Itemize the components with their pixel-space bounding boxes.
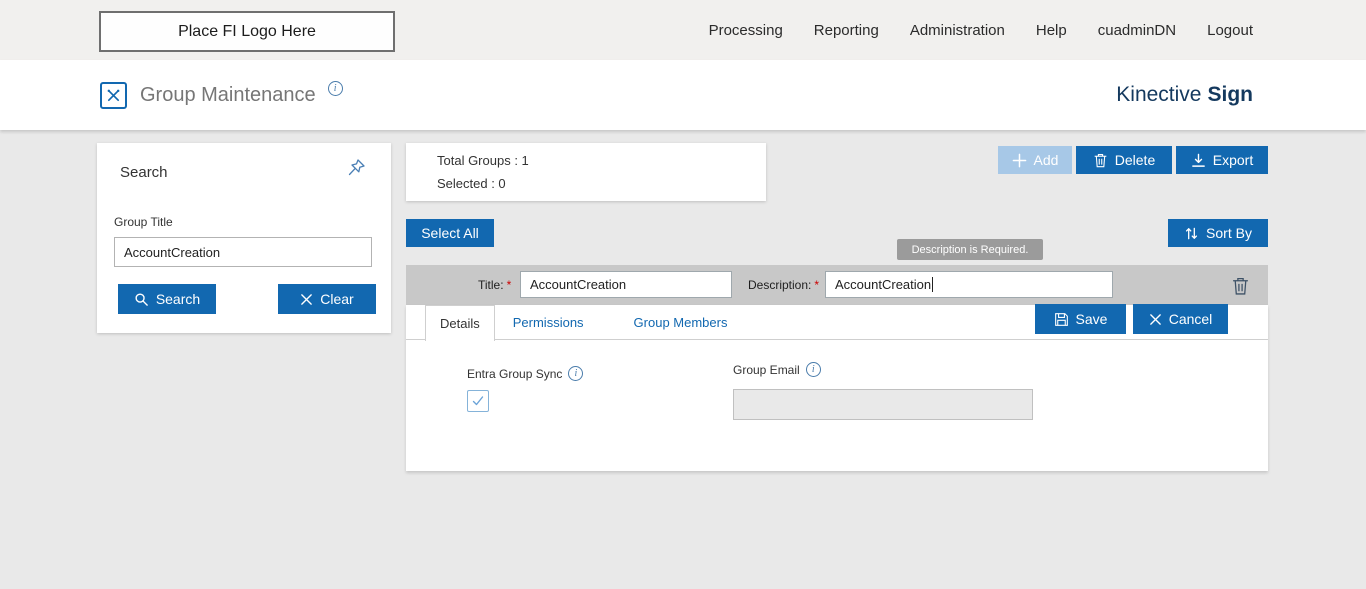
group-title-input[interactable] (114, 237, 372, 267)
nav-item-help[interactable]: Help (1036, 22, 1067, 39)
sort-by-button[interactable]: Sort By (1168, 219, 1268, 247)
fi-logo-placeholder: Place FI Logo Here (99, 11, 395, 52)
sort-by-label: Sort By (1206, 225, 1252, 241)
search-panel-title: Search (120, 164, 168, 181)
add-button-label: Add (1034, 152, 1059, 168)
title-label-text: Title: (478, 278, 504, 292)
tab-permissions-label: Permissions (513, 315, 584, 330)
selected-count-text: Selected : 0 (437, 176, 506, 191)
validation-tooltip-text: Description is Required. (912, 244, 1029, 256)
export-button[interactable]: Export (1176, 146, 1268, 174)
cancel-icon (1149, 313, 1162, 326)
tab-details-label: Details (440, 316, 480, 331)
clear-button[interactable]: Clear (278, 284, 376, 314)
clear-button-label: Clear (320, 291, 353, 307)
select-all-button[interactable]: Select All (406, 219, 494, 247)
title-required-mark: * (507, 278, 512, 292)
tab-group-members-label: Group Members (634, 315, 728, 330)
cancel-button[interactable]: Cancel (1133, 304, 1228, 334)
cancel-button-label: Cancel (1169, 311, 1213, 327)
nav-item-user[interactable]: cuadminDN (1098, 22, 1176, 39)
clear-icon (300, 293, 313, 306)
sort-icon (1184, 226, 1199, 241)
maintenance-icon (100, 82, 127, 109)
total-groups-text: Total Groups : 1 (437, 153, 529, 168)
select-all-label: Select All (421, 225, 479, 241)
nav-item-processing[interactable]: Processing (709, 22, 783, 39)
tab-permissions[interactable]: Permissions (499, 305, 598, 339)
entra-group-sync-info-icon[interactable]: i (568, 366, 583, 381)
page-title-info-icon[interactable]: i (328, 81, 343, 96)
nav-item-logout[interactable]: Logout (1207, 22, 1253, 39)
group-email-input (733, 389, 1033, 420)
description-label: Description:* (748, 278, 819, 292)
top-nav-menu: Processing Reporting Administration Help… (709, 0, 1253, 60)
nav-item-administration[interactable]: Administration (910, 22, 1005, 39)
pin-icon[interactable] (346, 158, 366, 183)
save-button[interactable]: Save (1035, 304, 1126, 334)
description-input[interactable]: AccountCreation (825, 271, 1113, 298)
brand-bold: Sign (1208, 83, 1254, 107)
details-tab-content: Entra Group Sync i Group Email i (406, 340, 1268, 470)
nav-item-reporting[interactable]: Reporting (814, 22, 879, 39)
row-delete-trash-icon[interactable] (1228, 273, 1252, 297)
tab-details[interactable]: Details (425, 305, 495, 341)
description-input-value: AccountCreation (835, 277, 931, 292)
tab-bar: Details Permissions Group Members Save C… (406, 305, 1268, 340)
brand-regular: Kinective (1116, 83, 1201, 107)
validation-tooltip: Description is Required. (897, 239, 1043, 260)
group-details-panel: Details Permissions Group Members Save C… (406, 305, 1268, 471)
entra-group-sync-checkbox[interactable] (467, 390, 489, 412)
add-button[interactable]: Add (998, 146, 1072, 174)
search-button[interactable]: Search (118, 284, 216, 314)
group-email-info-icon[interactable]: i (806, 362, 821, 377)
save-button-label: Save (1076, 311, 1108, 327)
delete-button-label: Delete (1115, 152, 1155, 168)
description-label-text: Description: (748, 278, 811, 292)
search-icon (134, 292, 149, 307)
entra-group-sync-label: Entra Group Sync (467, 367, 562, 381)
search-panel: Search Group Title Search Clear (97, 143, 391, 333)
group-email-label: Group Email (733, 363, 800, 377)
export-icon (1191, 153, 1206, 168)
delete-icon (1093, 152, 1108, 168)
add-icon (1012, 153, 1027, 168)
tab-group-members[interactable]: Group Members (620, 305, 742, 339)
save-icon (1054, 312, 1069, 327)
delete-button[interactable]: Delete (1076, 146, 1172, 174)
header-bar: Group Maintenance i Kinective Sign (0, 60, 1366, 130)
group-edit-row: Title:* Description:* AccountCreation (406, 265, 1268, 305)
group-title-label: Group Title (114, 215, 173, 229)
page-title: Group Maintenance (140, 84, 316, 107)
summary-panel: Total Groups : 1 Selected : 0 (406, 143, 766, 201)
top-nav-bar: Place FI Logo Here Processing Reporting … (0, 0, 1366, 60)
description-required-mark: * (814, 278, 819, 292)
export-button-label: Export (1213, 152, 1253, 168)
checkbox-check-icon (471, 394, 485, 408)
group-actions-toolbar: Add Delete Export (998, 146, 1268, 174)
title-label: Title:* (478, 278, 511, 292)
text-caret (932, 277, 933, 292)
search-button-label: Search (156, 291, 200, 307)
brand-logo: Kinective Sign (1116, 60, 1253, 130)
title-input[interactable] (520, 271, 732, 298)
fi-logo-text: Place FI Logo Here (178, 23, 316, 41)
